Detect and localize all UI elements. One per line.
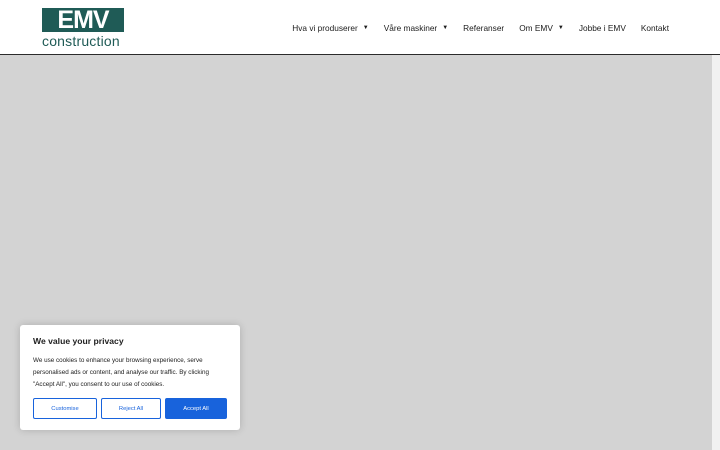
- nav-item-jobbe-i-emv[interactable]: Jobbe i EMV: [579, 20, 626, 36]
- nav-item-kontakt[interactable]: Kontakt: [641, 20, 669, 36]
- nav-label: Kontakt: [640, 23, 669, 33]
- main-nav: Hva vi produserer ▼ Våre maskiner ▼ Refe…: [292, 20, 669, 36]
- nav-item-om-emv[interactable]: Om EMV ▼: [519, 20, 564, 36]
- nav-label: Våre maskiner: [383, 23, 438, 33]
- caret-down-icon: ▼: [442, 25, 449, 31]
- nav-label: Referanser: [463, 23, 505, 33]
- caret-down-icon: ▼: [362, 25, 369, 31]
- nav-item-referanser[interactable]: Referanser: [463, 20, 504, 36]
- reject-all-button[interactable]: Reject All: [101, 398, 161, 419]
- logo-construction-text: construction: [42, 33, 120, 49]
- logo-emv-text: EMV: [42, 8, 124, 33]
- site-header: EMV construction Hva vi produserer ▼ Vår…: [0, 0, 720, 55]
- page-scrollbar[interactable]: [712, 55, 720, 450]
- cookie-buttons: Customise Reject All Accept All: [33, 398, 227, 419]
- nav-label: Hva vi produserer: [292, 23, 358, 33]
- nav-label: Jobbe i EMV: [578, 23, 626, 33]
- cookie-description: We use cookies to enhance your browsing …: [33, 357, 209, 388]
- cookie-banner: We value your privacy We use cookies to …: [20, 325, 240, 430]
- nav-item-hva-vi-produserer[interactable]: Hva vi produserer ▼: [292, 20, 368, 36]
- nav-item-vare-maskiner[interactable]: Våre maskiner ▼: [384, 20, 448, 36]
- logo[interactable]: EMV construction: [42, 8, 126, 48]
- cookie-title: We value your privacy: [33, 336, 124, 346]
- accept-all-button[interactable]: Accept All: [165, 398, 227, 419]
- nav-label: Om EMV: [519, 23, 553, 33]
- caret-down-icon: ▼: [557, 25, 564, 31]
- customise-button[interactable]: Customise: [33, 398, 97, 419]
